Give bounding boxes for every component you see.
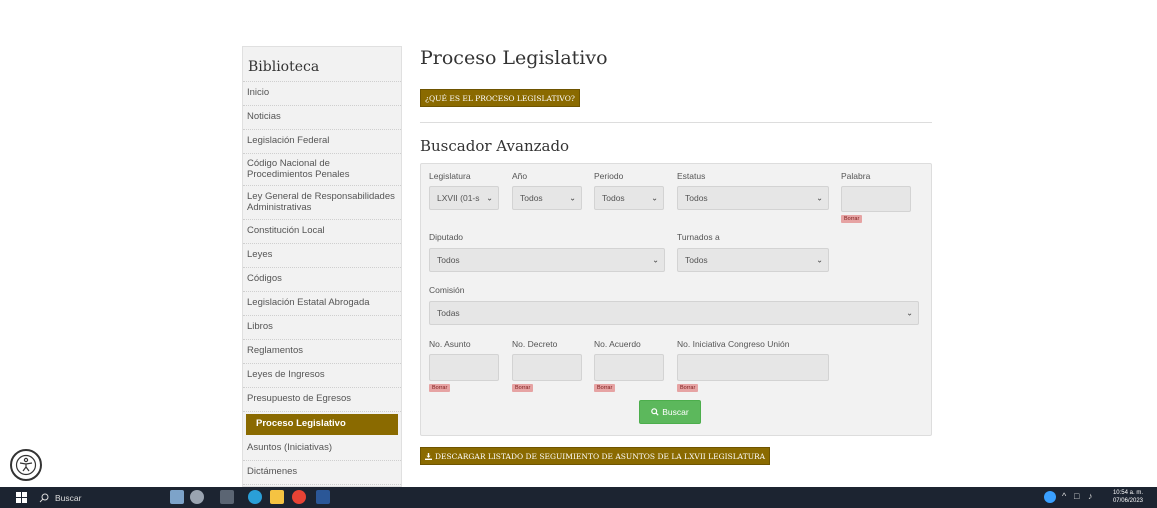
clock-date: 07/06/2023: [1112, 498, 1143, 504]
chevron-down-icon: ⌄: [651, 193, 658, 203]
periodo-label: Periodo: [594, 171, 624, 181]
que-es-proceso-button[interactable]: ¿QUÉ ES EL PROCESO LEGISLATIVO?: [420, 89, 580, 107]
volume-icon[interactable]: ♪: [1088, 491, 1093, 501]
taskbar: Buscar ^ □ ♪ 10:54 a. m. 07/06/2023: [0, 487, 1157, 508]
network-icon[interactable]: □: [1074, 491, 1079, 501]
search-section-title: Buscador Avanzado: [420, 137, 570, 155]
no-acuerdo-borrar-button[interactable]: Borrar: [594, 384, 616, 392]
no-iniciativa-label: No. Iniciativa Congreso Unión: [677, 339, 790, 349]
web-page: Biblioteca Inicio Noticias Legislación F…: [0, 0, 1157, 487]
diputado-select[interactable]: Todos ⌄: [429, 248, 665, 272]
accessibility-icon[interactable]: [10, 449, 42, 481]
chevron-down-icon: ⌄: [652, 255, 659, 265]
accessibility-figure-icon: [15, 454, 37, 476]
search-icon: [39, 493, 49, 502]
sidebar-item-inicio[interactable]: Inicio: [243, 82, 401, 106]
chevron-down-icon: ⌄: [816, 193, 823, 203]
no-asunto-borrar-button[interactable]: Borrar: [429, 384, 451, 392]
no-decreto-borrar-button[interactable]: Borrar: [512, 384, 534, 392]
sidebar-item-ley-general-responsabilidades[interactable]: Ley General de Responsabilidades Adminis…: [243, 186, 401, 220]
clock-time: 10:54 a. m.: [1112, 490, 1143, 496]
timer-icon[interactable]: [190, 490, 204, 504]
turnados-value: Todos: [685, 255, 708, 265]
chevron-down-icon: ⌄: [569, 193, 576, 203]
edge-browser-icon[interactable]: [248, 490, 262, 504]
que-es-proceso-label: ¿QUÉ ES EL PROCESO LEGISLATIVO?: [425, 93, 575, 103]
no-iniciativa-input[interactable]: [677, 354, 829, 381]
word-icon[interactable]: [316, 490, 330, 504]
widgets-icon[interactable]: [170, 490, 184, 504]
chevron-down-icon: ⌄: [906, 308, 913, 318]
help-icon[interactable]: [1044, 491, 1056, 503]
sidebar-item-legislacion-estatal-abrogada[interactable]: Legislación Estatal Abrogada: [243, 292, 401, 316]
file-explorer-icon[interactable]: [270, 490, 284, 504]
no-asunto-label: No. Asunto: [429, 339, 471, 349]
sidebar-item-presupuesto-de-egresos[interactable]: Presupuesto de Egresos: [243, 388, 401, 412]
sidebar-item-leyes-de-ingresos[interactable]: Leyes de Ingresos: [243, 364, 401, 388]
sidebar: Biblioteca Inicio Noticias Legislación F…: [242, 46, 402, 487]
no-decreto-label: No. Decreto: [512, 339, 558, 349]
sidebar-item-legislacion-federal[interactable]: Legislación Federal: [243, 130, 401, 154]
download-icon: [425, 452, 432, 460]
chrome-browser-icon[interactable]: [292, 490, 306, 504]
buscar-button[interactable]: Buscar: [639, 400, 701, 424]
sidebar-item-libros[interactable]: Libros: [243, 316, 401, 340]
legislatura-value: LXVII (01-s: [437, 193, 480, 203]
no-iniciativa-borrar-button[interactable]: Borrar: [677, 384, 699, 392]
estatus-select[interactable]: Todos ⌄: [677, 186, 829, 210]
periodo-value: Todos: [602, 193, 625, 203]
sidebar-item-asuntos-iniciativas[interactable]: Asuntos (Iniciativas): [243, 437, 401, 461]
no-decreto-input[interactable]: [512, 354, 582, 381]
sidebar-item-proceso-legislativo[interactable]: Proceso Legislativo: [246, 414, 398, 435]
chevron-down-icon: ⌄: [486, 193, 493, 203]
windows-start-icon[interactable]: [16, 492, 27, 503]
turnados-label: Turnados a: [677, 232, 720, 242]
sidebar-item-dictamenes[interactable]: Dictámenes: [243, 461, 401, 485]
palabra-borrar-button[interactable]: Borrar: [841, 215, 863, 223]
estatus-label: Estatus: [677, 171, 706, 181]
buscar-label: Buscar: [662, 407, 689, 417]
comision-value: Todas: [437, 308, 460, 318]
diputado-label: Diputado: [429, 232, 464, 242]
sidebar-item-noticias[interactable]: Noticias: [243, 106, 401, 130]
taskbar-clock[interactable]: 10:54 a. m. 07/06/2023: [1113, 489, 1143, 505]
sidebar-item-reglamentos[interactable]: Reglamentos: [243, 340, 401, 364]
page-title: Proceso Legislativo: [420, 47, 608, 69]
sidebar-item-codigos[interactable]: Códigos: [243, 268, 401, 292]
diputado-value: Todos: [437, 255, 460, 265]
palabra-label: Palabra: [841, 171, 871, 181]
search-panel: Legislatura Año Periodo Estatus Palabra …: [420, 163, 932, 436]
no-acuerdo-label: No. Acuerdo: [594, 339, 641, 349]
no-acuerdo-input[interactable]: [594, 354, 664, 381]
anio-label: Año: [512, 171, 528, 181]
taskbar-search-label: Buscar: [55, 492, 82, 503]
estatus-value: Todos: [685, 193, 708, 203]
sidebar-item-leyes[interactable]: Leyes: [243, 244, 401, 268]
descargar-listado-label: DESCARGAR LISTADO DE SEGUIMIENTO DE ASUN…: [435, 451, 766, 461]
palabra-input[interactable]: [841, 186, 911, 212]
divider: [420, 122, 932, 123]
comision-select[interactable]: Todas ⌄: [429, 301, 919, 325]
sidebar-title: Biblioteca: [243, 47, 401, 82]
descargar-listado-button[interactable]: DESCARGAR LISTADO DE SEGUIMIENTO DE ASUN…: [420, 447, 771, 465]
sidebar-item-codigo-nacional[interactable]: Código Nacional de Procedimientos Penale…: [243, 154, 401, 186]
anio-value: Todos: [520, 193, 543, 203]
periodo-select[interactable]: Todos ⌄: [594, 186, 664, 210]
comision-label: Comisión: [429, 285, 465, 295]
sidebar-item-constitucion-local[interactable]: Constitución Local: [243, 220, 401, 244]
turnados-select[interactable]: Todos ⌄: [677, 248, 829, 272]
taskbar-search[interactable]: Buscar: [39, 489, 189, 506]
no-asunto-input[interactable]: [429, 354, 499, 381]
search-icon: [651, 408, 659, 416]
chevron-up-icon[interactable]: ^: [1062, 491, 1066, 501]
task-view-icon[interactable]: [220, 490, 234, 504]
legislatura-label: Legislatura: [429, 171, 471, 181]
anio-select[interactable]: Todos ⌄: [512, 186, 582, 210]
legislatura-select[interactable]: LXVII (01-s ⌄: [429, 186, 499, 210]
chevron-down-icon: ⌄: [816, 255, 823, 265]
